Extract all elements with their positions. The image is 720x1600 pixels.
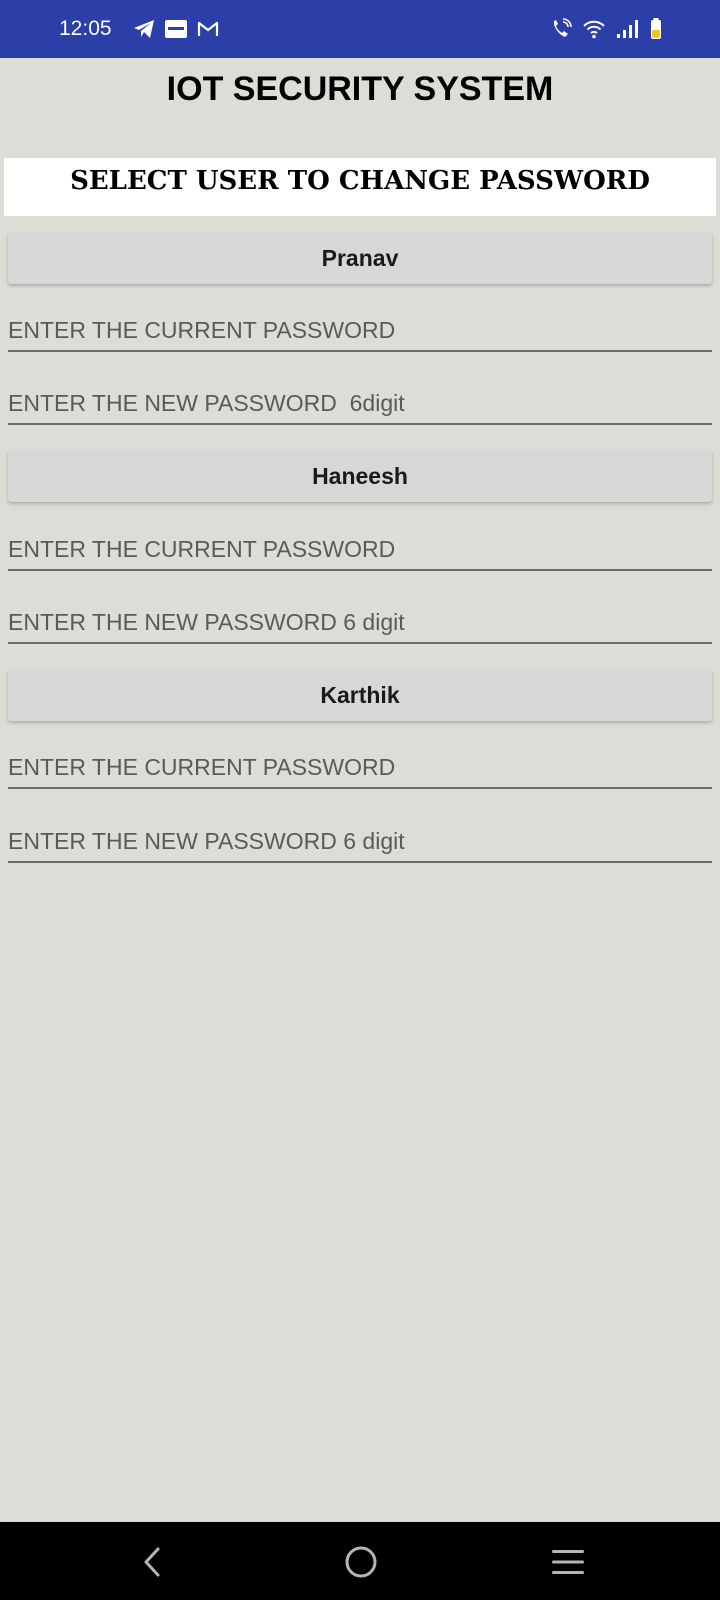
news-app-icon (165, 20, 187, 38)
current-password-field-karthik[interactable] (8, 747, 712, 789)
new-password-field-haneesh[interactable] (8, 602, 712, 644)
wifi-calling-icon (550, 18, 572, 40)
back-button[interactable] (124, 1534, 180, 1590)
signal-icon (616, 19, 640, 39)
back-icon (140, 1546, 164, 1578)
gmail-icon (197, 20, 219, 38)
system-icons (550, 16, 662, 42)
app-title: IOT SECURITY SYSTEM (166, 70, 554, 108)
current-password-field-pranav[interactable] (8, 310, 712, 352)
status-bar: 12:05 (0, 0, 720, 58)
home-button[interactable] (333, 1534, 389, 1590)
section-header: SELECT USER TO CHANGE PASSWORD (4, 158, 716, 216)
navigation-bar (0, 1522, 720, 1600)
new-password-field-pranav[interactable] (8, 383, 712, 425)
wifi-icon (582, 19, 606, 39)
user-button-haneesh[interactable]: Haneesh (8, 450, 712, 502)
new-password-field-karthik[interactable] (8, 821, 712, 863)
notification-icons (133, 16, 219, 42)
telegram-icon (133, 19, 155, 39)
home-icon (344, 1545, 378, 1579)
user-button-karthik[interactable]: Karthik (8, 669, 712, 721)
current-password-field-haneesh[interactable] (8, 529, 712, 571)
battery-icon (650, 18, 662, 40)
status-time: 12:05 (59, 17, 112, 40)
recents-button[interactable] (540, 1534, 596, 1590)
recents-icon (551, 1548, 585, 1576)
user-button-pranav[interactable]: Pranav (8, 232, 712, 284)
